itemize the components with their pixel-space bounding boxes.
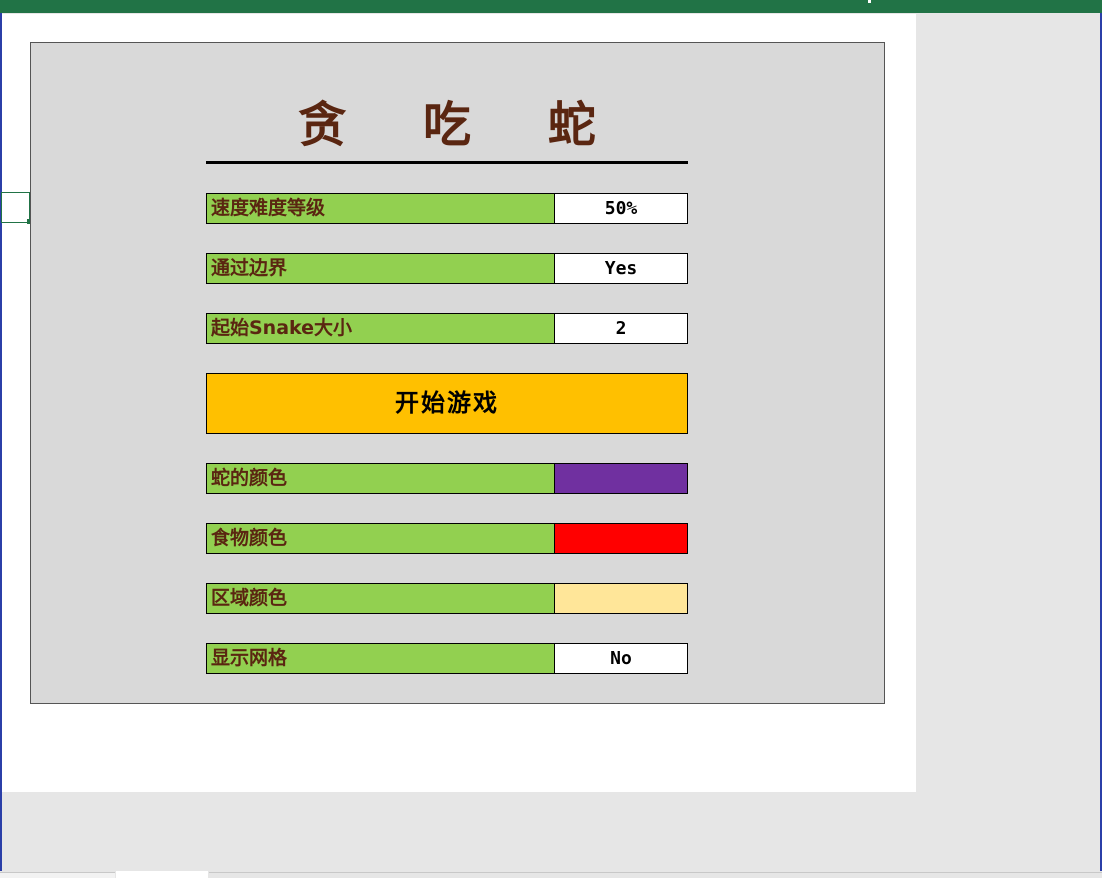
title-underline [206,161,688,164]
setting-label-show-grid: 显示网格 [207,644,555,673]
setting-row-show-grid: 显示网格 No [206,643,688,674]
ribbon-strip [0,0,1102,13]
setting-row-snake-size: 起始Snake大小 2 [206,313,688,344]
sheet-tab-inactive[interactable] [0,872,115,878]
setting-label-speed: 速度难度等级 [207,194,555,223]
setting-value-speed[interactable]: 50% [555,194,687,223]
color-row-snake: 蛇的颜色 [206,463,688,494]
area-color-swatch[interactable] [555,584,687,613]
food-color-swatch[interactable] [555,524,687,553]
color-row-area: 区域颜色 [206,583,688,614]
setting-label-snake-size: 起始Snake大小 [207,314,555,343]
snake-color-swatch[interactable] [555,464,687,493]
active-cell[interactable] [1,192,30,223]
setting-row-wrap-border: 通过边界 Yes [206,253,688,284]
color-label-area: 区域颜色 [207,584,555,613]
start-game-button[interactable]: 开始游戏 [206,373,688,434]
ribbon-marker [868,0,871,3]
sheet-tab-divider [209,872,1102,873]
color-label-food: 食物颜色 [207,524,555,553]
setting-value-snake-size[interactable]: 2 [555,314,687,343]
color-row-food: 食物颜色 [206,523,688,554]
setting-label-wrap-border: 通过边界 [207,254,555,283]
game-menu-panel: 贪 吃 蛇 速度难度等级 50% 通过边界 Yes 起始Snake大小 2 开始… [30,42,885,704]
color-label-snake: 蛇的颜色 [207,464,555,493]
setting-value-wrap-border[interactable]: Yes [555,254,687,283]
game-title: 贪 吃 蛇 [298,97,626,153]
setting-value-show-grid[interactable]: No [555,644,687,673]
setting-row-speed: 速度难度等级 50% [206,193,688,224]
